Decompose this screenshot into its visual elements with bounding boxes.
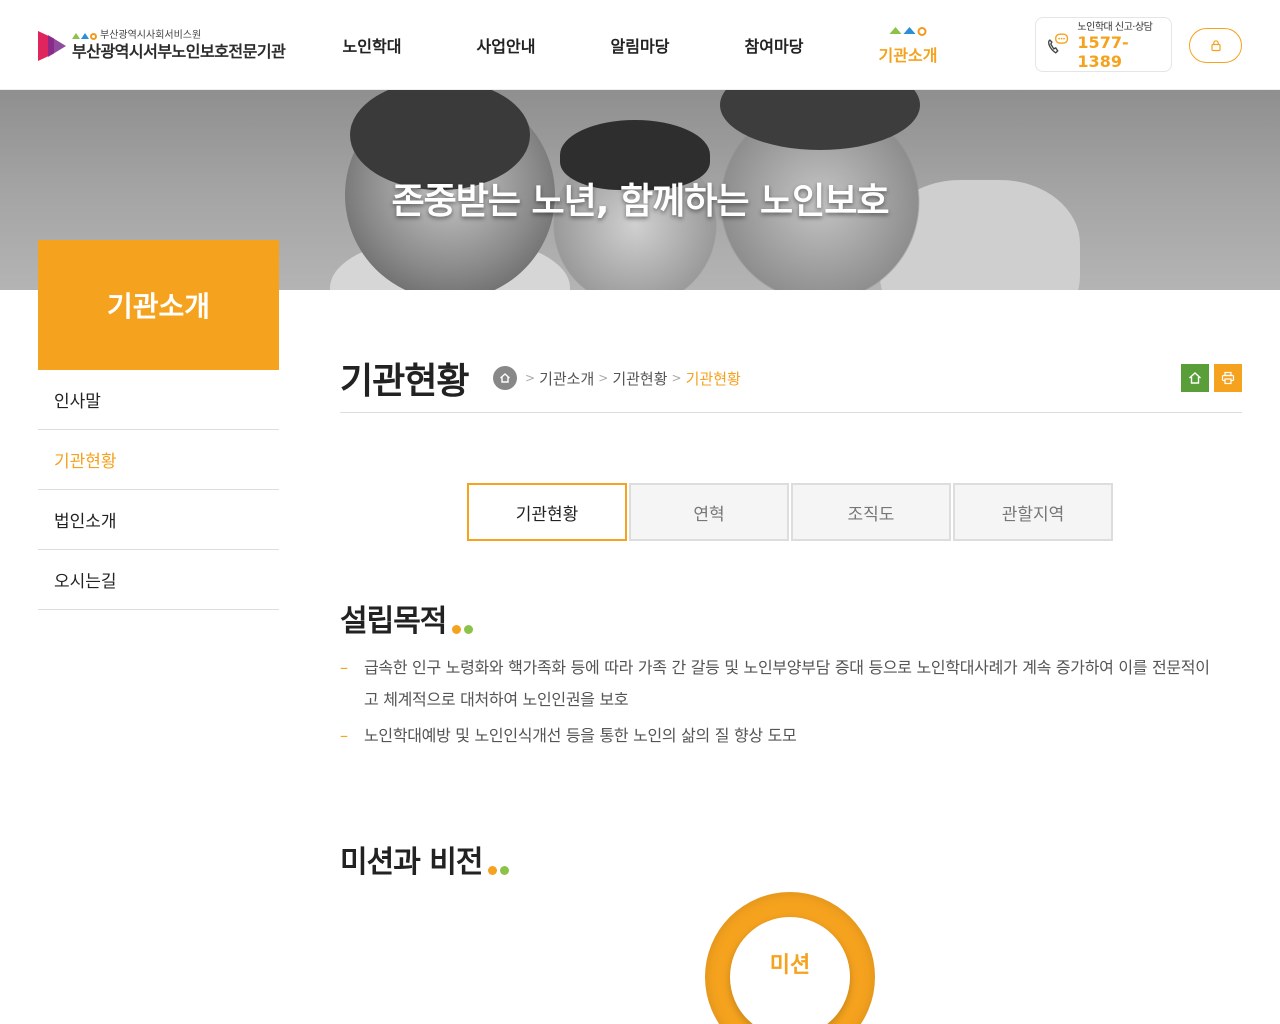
print-button[interactable]: [1214, 364, 1242, 392]
print-icon: [1221, 371, 1235, 385]
sidebar-item-corporation[interactable]: 법인소개: [38, 490, 279, 550]
breadcrumb: > 기관소개 > 기관현황 > 기관현황: [493, 366, 741, 390]
breadcrumb-item[interactable]: 기관현황: [612, 368, 667, 389]
nav-item-about-label: 기관소개: [878, 46, 938, 65]
section-title-mission: 미션과 비전: [340, 837, 510, 881]
nav-item-about[interactable]: 기관소개: [841, 0, 975, 90]
nav-item-notice[interactable]: 알림마당: [573, 0, 707, 90]
tab-organization[interactable]: 조직도: [791, 483, 951, 541]
nav-item-participation[interactable]: 참여마당: [707, 0, 841, 90]
report-label: 노인학대 신고·상담: [1077, 22, 1153, 33]
sidebar-item-status[interactable]: 기관현황: [38, 430, 279, 490]
main-nav: 노인학대 사업안내 알림마당 참여마당 기관소개: [305, 0, 975, 90]
mission-circle: 미션: [705, 892, 875, 1024]
report-hotline[interactable]: 노인학대 신고·상담 1577-1389: [1035, 17, 1172, 72]
tab-history[interactable]: 연혁: [629, 483, 789, 541]
list-item: 노인학대예방 및 노인인식개선 등을 통한 노인의 삶의 질 향상 도모: [340, 720, 1220, 752]
breadcrumb-home-button[interactable]: [493, 366, 517, 390]
logo-mark-icon: [38, 31, 66, 61]
tab-jurisdiction[interactable]: 관할지역: [953, 483, 1113, 541]
sidebar-menu: 인사말 기관현황 법인소개 오시는길: [38, 370, 279, 610]
login-button[interactable]: [1189, 28, 1242, 63]
purpose-list: 급속한 인구 노령화와 핵가족화 등에 따라 가족 간 갈등 및 노인부양부담 …: [340, 652, 1220, 756]
site-header: 부산광역시사회서비스원 부산광역시서부노인보호전문기관 노인학대 사업안내 알림…: [0, 0, 1280, 90]
section-title-mission-text: 미션과 비전: [340, 845, 483, 880]
tab-status[interactable]: 기관현황: [467, 483, 627, 541]
section-title-purpose: 설립목적: [340, 596, 474, 640]
title-dots-icon: [452, 625, 474, 634]
list-item: 급속한 인구 노령화와 핵가족화 등에 따라 가족 간 갈등 및 노인부양부담 …: [340, 652, 1220, 716]
phone-chat-icon: [1048, 33, 1069, 54]
breadcrumb-item[interactable]: 기관소개: [539, 368, 594, 389]
hero-title: 존중받는 노년, 함께하는 노인보호: [391, 181, 890, 222]
title-dots-icon: [488, 866, 510, 875]
home-icon: [1189, 372, 1201, 384]
site-logo[interactable]: 부산광역시사회서비스원 부산광역시서부노인보호전문기관: [38, 28, 286, 64]
logo-deco-icon: [72, 32, 97, 40]
nav-deco-icon: [889, 27, 927, 36]
home-button[interactable]: [1181, 364, 1209, 392]
lock-icon: [1210, 40, 1221, 52]
report-phone: 1577-1389: [1077, 33, 1129, 71]
breadcrumb-current: 기관현황: [685, 369, 741, 388]
logo-subtitle: 부산광역시사회서비스원: [100, 30, 202, 41]
sidebar-item-directions[interactable]: 오시는길: [38, 550, 279, 610]
section-title-purpose-text: 설립목적: [340, 604, 447, 639]
chevron-right-icon: >: [598, 371, 609, 385]
home-icon: [500, 373, 510, 383]
title-divider: [340, 412, 1242, 413]
page-title: 기관현황: [340, 361, 469, 402]
sidebar-title: 기관소개: [38, 240, 279, 370]
chevron-right-icon: >: [525, 371, 536, 385]
sidebar-item-greeting[interactable]: 인사말: [38, 370, 279, 430]
mission-label: 미션: [730, 917, 850, 1024]
chevron-right-icon: >: [671, 371, 682, 385]
nav-item-abuse[interactable]: 노인학대: [305, 0, 439, 90]
logo-title: 부산광역시서부노인보호전문기관: [72, 42, 286, 61]
content-tabs: 기관현황 연혁 조직도 관할지역: [467, 483, 1113, 541]
page-tools: [1181, 364, 1242, 392]
nav-item-business[interactable]: 사업안내: [439, 0, 573, 90]
